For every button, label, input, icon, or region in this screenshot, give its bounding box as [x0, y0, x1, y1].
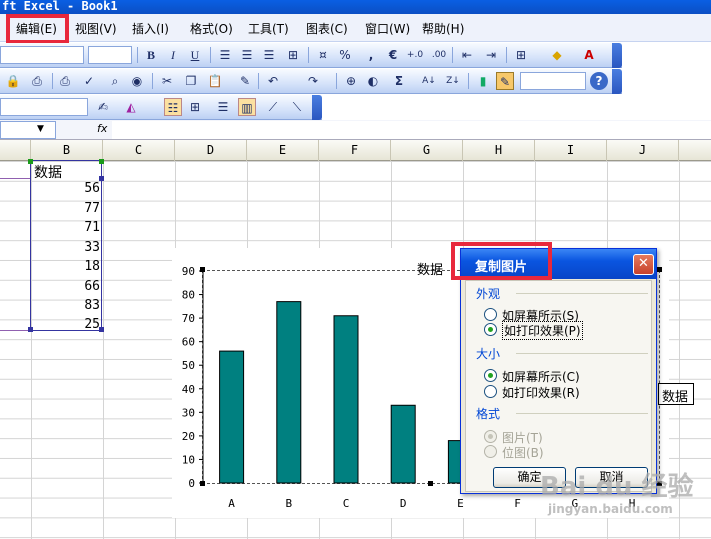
size-screen-radio[interactable]: [484, 369, 497, 382]
bar-a[interactable]: [219, 350, 245, 484]
copy-picture-dialog: 复制图片 ✕ 外观 如屏幕所示(S) 如打印效果(P) 大小 如屏幕所示(C) …: [451, 242, 657, 494]
appearance-group-label: 外观: [476, 287, 501, 301]
y-tick-label: 70: [182, 312, 195, 325]
size-group-label: 大小: [476, 347, 501, 361]
size-screen-label[interactable]: 如屏幕所示(C): [502, 368, 580, 385]
chart-title[interactable]: 数据: [417, 259, 443, 278]
plot-handle[interactable]: [428, 481, 433, 486]
plot-handle[interactable]: [200, 267, 205, 272]
group-divider: [516, 353, 648, 354]
dialog-title-bar[interactable]: 复制图片 ✕: [451, 242, 656, 280]
appearance-printer-radio[interactable]: [484, 323, 497, 336]
bar-b[interactable]: [276, 301, 302, 484]
dialog-body: 外观 如屏幕所示(S) 如打印效果(P) 大小 如屏幕所示(C) 如打印效果(R…: [465, 280, 652, 492]
dialog-title: 复制图片: [475, 260, 528, 275]
y-tick-label: 30: [182, 406, 195, 419]
y-tick-label: 40: [182, 383, 195, 396]
x-tick-label: D: [400, 497, 407, 510]
y-tick-label: 20: [182, 430, 195, 443]
chart-legend[interactable]: 数据: [658, 383, 694, 405]
x-tick-label: B: [285, 497, 292, 510]
group-divider: [516, 413, 648, 414]
plot-handle[interactable]: [200, 481, 205, 486]
y-tick-label: 90: [182, 265, 195, 278]
x-tick-label: C: [343, 497, 350, 510]
y-tick-label: 0: [188, 477, 195, 490]
bar-c[interactable]: [333, 315, 359, 484]
appearance-printer-label[interactable]: 如打印效果(P): [502, 321, 583, 340]
group-divider: [516, 293, 648, 294]
y-tick-label: 80: [182, 289, 195, 302]
watermark-logo: Bai du 经验: [540, 472, 694, 502]
y-tick-label: 50: [182, 359, 195, 372]
format-bitmap-radio[interactable]: [484, 445, 497, 458]
legend-entry: 数据: [662, 390, 689, 405]
x-tick-label: A: [228, 497, 235, 510]
x-tick-label: E: [457, 497, 464, 510]
close-icon[interactable]: ✕: [633, 254, 654, 275]
appearance-screen-radio[interactable]: [484, 308, 497, 321]
format-group-label: 格式: [476, 407, 501, 421]
format-picture-radio[interactable]: [484, 430, 497, 443]
plot-handle[interactable]: [657, 267, 662, 272]
size-printer-label[interactable]: 如打印效果(R): [502, 384, 580, 401]
y-tick-label: 10: [182, 453, 195, 466]
format-bitmap-label: 位图(B): [502, 446, 544, 460]
y-tick-label: 60: [182, 336, 195, 349]
watermark-url: jingyan.baidu.com: [548, 502, 673, 516]
size-printer-radio[interactable]: [484, 385, 497, 398]
bar-d[interactable]: [390, 404, 416, 484]
x-tick-label: F: [514, 497, 521, 510]
